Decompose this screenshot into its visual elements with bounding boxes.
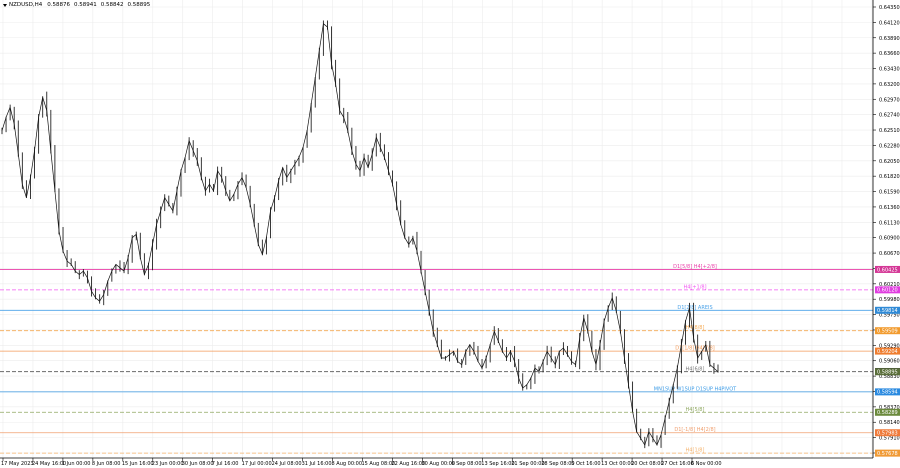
price-tag: 0.59509 xyxy=(875,327,900,335)
time-axis-label: 30 Jun 08:00 xyxy=(182,461,214,467)
level-label: D1[2/8] AREIS xyxy=(677,305,712,311)
price-axis-label: 0.59980 xyxy=(879,297,900,303)
level-label: D1[-1/8] H4[2/8] xyxy=(674,427,715,433)
price-tag: 0.58895 xyxy=(875,368,900,376)
level-label: H4[1/8] xyxy=(686,448,705,454)
price-tag-value: 0.60120 xyxy=(877,288,898,294)
level-label: H4[5/8] xyxy=(686,407,705,413)
price-tag: 0.58289 xyxy=(875,408,900,416)
time-axis-label: 30 Aug 00:00 xyxy=(421,461,455,467)
level-label: H4[8/8] xyxy=(686,325,705,331)
price-tag: 0.60425 xyxy=(875,265,900,273)
price-axis-label: 0.58140 xyxy=(879,420,900,426)
symbol-menu-icon[interactable] xyxy=(3,3,7,7)
price-axis-label: 0.60900 xyxy=(879,236,900,242)
time-axis-label: 7 Jul 16:00 xyxy=(212,461,239,467)
level-label: D1[5/8] H4[+2/8] xyxy=(673,264,717,270)
low-price: 0.58842 xyxy=(100,2,124,8)
time-axis-label: 6 Sep 08:00 xyxy=(451,461,481,467)
price-tag-value: 0.59814 xyxy=(877,308,898,314)
price-axis-label: 0.62280 xyxy=(879,143,900,149)
time-axis-label: 27 Oct 16:00 xyxy=(661,461,694,467)
price-tag: 0.57678 xyxy=(875,449,900,457)
price-tag: 0.59814 xyxy=(875,306,900,314)
time-axis-label: 20 Oct 08:00 xyxy=(631,461,664,467)
price-tag-value: 0.57678 xyxy=(877,451,898,457)
price-axis-label: 0.62740 xyxy=(879,113,900,119)
time-axis-label: 15 Aug 08:00 xyxy=(361,461,395,467)
time-axis-label: 13 Oct 00:00 xyxy=(601,461,634,467)
price-tag: 0.57983 xyxy=(875,429,900,437)
price-tag-value: 0.59204 xyxy=(877,349,898,355)
time-axis-label: 28 Sep 08:00 xyxy=(541,461,574,467)
price-tag-value: 0.58594 xyxy=(877,390,898,396)
symbol-info: NZDUSD,H4 0.58876 0.58941 0.58842 0.5889… xyxy=(3,2,152,8)
price-axis-label: 0.63660 xyxy=(879,51,900,57)
time-axis-label: 1 Jun 00:00 xyxy=(62,461,91,467)
time-axis-label: 8 Jun 08:00 xyxy=(92,461,121,467)
price-tag-value: 0.57983 xyxy=(877,431,898,437)
price-axis-label: 0.61590 xyxy=(879,190,900,196)
price-axis-label: 0.61130 xyxy=(879,220,900,226)
level-label: H4[+1/8] xyxy=(683,284,706,290)
time-axis-label: 23 Jun 00:00 xyxy=(152,461,184,467)
open-price: 0.58876 xyxy=(47,2,71,8)
price-axis-label: 0.62050 xyxy=(879,159,900,165)
price-axis-label: 0.63430 xyxy=(879,67,900,73)
price-axis-label: 0.61360 xyxy=(879,205,900,211)
time-axis-label: 6 Nov 00:00 xyxy=(691,461,722,467)
price-tag: 0.59204 xyxy=(875,347,900,355)
time-axis-label: 22 Aug 16:00 xyxy=(391,461,425,467)
price-tag: 0.60120 xyxy=(875,286,900,294)
price-tag-value: 0.60425 xyxy=(877,267,898,273)
price-axis-label: 0.60670 xyxy=(879,251,900,257)
level-label: MN1SUP W1SUP D1SUP H4PIVOT xyxy=(654,386,737,392)
time-axis-label: 5 Oct 16:00 xyxy=(571,461,600,467)
price-axis-label: 0.64350 xyxy=(879,5,900,11)
chart-window[interactable]: D1[5/8] H4[+2/8] H4[+1/8] D1[2/8] AREIS H4[… xyxy=(0,0,900,468)
time-axis-label: 15 Jun 16:00 xyxy=(122,461,154,467)
price-chart[interactable]: D1[5/8] H4[+2/8] H4[+1/8] D1[2/8] AREIS H4[… xyxy=(0,0,900,468)
price-axis-label: 0.61820 xyxy=(879,174,900,180)
time-axis-label: 21 Sep 00:00 xyxy=(511,461,544,467)
price-tag-value: 0.58289 xyxy=(877,410,898,416)
price-axis-label: 0.62970 xyxy=(879,97,900,103)
price-axis-label: 0.64120 xyxy=(879,20,900,26)
price-tag-value: 0.59509 xyxy=(877,329,898,335)
price-axis-label: 0.59060 xyxy=(879,359,900,365)
high-price: 0.58941 xyxy=(74,2,97,8)
time-axis-label: 24 Jul 08:00 xyxy=(272,461,302,467)
time-axis-label: 8 Aug 00:00 xyxy=(332,461,363,467)
time-axis-label: 31 Jul 16:00 xyxy=(302,461,332,467)
price-tag: 0.58594 xyxy=(875,388,900,396)
price-tag-value: 0.58895 xyxy=(877,370,898,376)
level-label: H4[6/8] xyxy=(686,366,705,372)
time-axis-label: 17 Jul 00:00 xyxy=(242,461,272,467)
symbol-label: NZDUSD,H4 xyxy=(9,2,43,8)
time-axis-label: 17 May 2023 xyxy=(1,461,34,467)
price-axis-label: 0.63200 xyxy=(879,82,900,88)
price-axis-label: 0.63890 xyxy=(879,36,900,42)
time-axis-label: 13 Sep 16:00 xyxy=(481,461,514,467)
price-axis-label: 0.62510 xyxy=(879,128,900,134)
close-price: 0.58895 xyxy=(127,2,151,8)
